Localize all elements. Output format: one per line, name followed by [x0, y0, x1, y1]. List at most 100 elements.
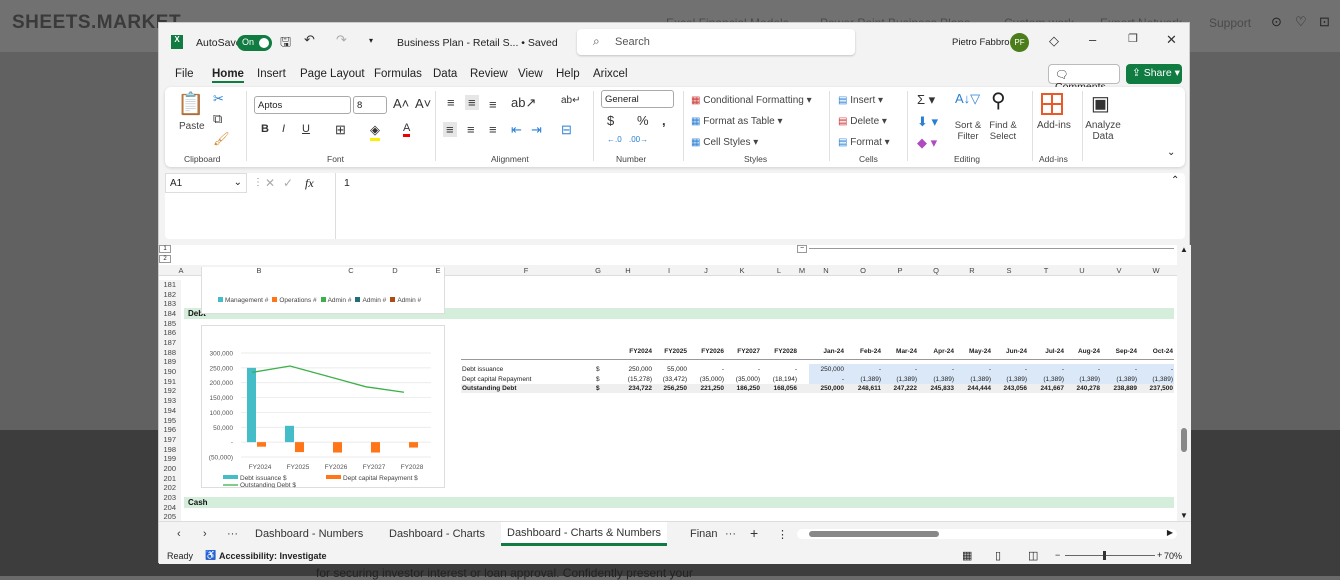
increase-font-icon[interactable]: A˄: [393, 96, 409, 111]
row-header-183[interactable]: 183: [159, 299, 181, 310]
page-layout-view-icon[interactable]: ▯: [995, 549, 1001, 562]
table-cell[interactable]: 55,000: [647, 365, 687, 374]
table-cell[interactable]: (15,278): [612, 375, 652, 384]
column-header-A[interactable]: A: [171, 266, 191, 275]
horizontal-scrollbar[interactable]: ▶: [797, 528, 1177, 539]
column-header-B[interactable]: B: [249, 266, 269, 275]
column-header-I[interactable]: I: [659, 266, 679, 275]
currency-icon[interactable]: $: [607, 113, 614, 128]
tab-finan[interactable]: Finan: [690, 528, 718, 540]
table-cell[interactable]: 250,000: [804, 365, 845, 374]
table-cell[interactable]: (1,389): [1060, 375, 1100, 384]
fill-color-icon[interactable]: ◈: [370, 122, 380, 141]
document-title[interactable]: Business Plan - Retail S... • Saved: [397, 37, 558, 49]
borders-icon[interactable]: ⊞: [335, 122, 346, 138]
increase-decimal-icon[interactable]: ←.0: [607, 135, 622, 144]
insert-function-button[interactable]: fx: [305, 176, 314, 191]
vertical-scrollbar[interactable]: ▲ ▼: [1177, 245, 1191, 521]
format-as-table-button[interactable]: ▦ Format as Table ▾: [691, 116, 783, 127]
column-header-W[interactable]: W: [1146, 266, 1166, 275]
table-cell[interactable]: 244,444: [951, 384, 992, 393]
row-header-194[interactable]: 194: [159, 405, 181, 416]
addins-icon[interactable]: [1041, 93, 1063, 115]
row-header-184[interactable]: 184: [159, 309, 181, 320]
collapse-group-button[interactable]: −: [797, 245, 807, 253]
tab-options-icon[interactable]: ⋮: [777, 528, 788, 541]
wrap-text-icon[interactable]: ab↵: [561, 95, 581, 106]
column-header-Q[interactable]: Q: [926, 266, 946, 275]
cart-icon[interactable]: ⊡: [1319, 14, 1330, 30]
insert-cells-button[interactable]: ▤ Insert ▾: [838, 95, 883, 106]
align-bottom-icon[interactable]: ≡: [489, 97, 497, 112]
conditional-formatting-button[interactable]: ▦ Conditional Formatting ▾: [691, 95, 812, 106]
decrease-font-icon[interactable]: A˅: [415, 96, 431, 111]
row-header-197[interactable]: 197: [159, 434, 181, 445]
more-icon[interactable]: ⋮: [253, 177, 263, 188]
zoom-slider-thumb[interactable]: [1102, 551, 1106, 560]
table-cell[interactable]: -: [804, 375, 844, 384]
menu-view[interactable]: View: [518, 68, 543, 80]
table-cell[interactable]: 240,278: [1060, 384, 1101, 393]
search-input[interactable]: Search: [577, 29, 855, 55]
scroll-up-icon[interactable]: ▲: [1180, 245, 1188, 254]
zoom-out-icon[interactable]: −: [1055, 550, 1060, 560]
table-cell[interactable]: -: [1133, 365, 1173, 374]
table-cell[interactable]: 238,889: [1097, 384, 1138, 393]
table-cell[interactable]: -: [757, 365, 797, 374]
prev-sheet-icon[interactable]: ‹: [177, 528, 181, 540]
row-header-190[interactable]: 190: [159, 367, 181, 378]
row-header-200[interactable]: 200: [159, 463, 181, 474]
add-sheet-icon[interactable]: +: [750, 525, 758, 541]
menu-insert[interactable]: Insert: [257, 68, 286, 80]
row-header-187[interactable]: 187: [159, 338, 181, 349]
align-top-icon[interactable]: ≡: [447, 95, 455, 110]
table-cell[interactable]: -: [1060, 365, 1100, 374]
table-cell[interactable]: (1,389): [987, 375, 1027, 384]
heart-icon[interactable]: ♡: [1295, 14, 1307, 30]
table-cell[interactable]: -: [914, 365, 954, 374]
column-header-P[interactable]: P: [890, 266, 910, 275]
tab-dashboard-charts[interactable]: Dashboard - Charts: [389, 528, 485, 540]
column-header-D[interactable]: D: [385, 266, 405, 275]
percent-icon[interactable]: %: [637, 113, 649, 128]
paste-icon[interactable]: 📋: [177, 91, 204, 117]
row-header-202[interactable]: 202: [159, 483, 181, 494]
restore-icon[interactable]: ❐: [1128, 32, 1138, 45]
menu-arixcel[interactable]: Arixcel: [593, 68, 628, 80]
page-break-view-icon[interactable]: ◫: [1028, 549, 1038, 562]
row-header-191[interactable]: 191: [159, 376, 181, 387]
table-cell[interactable]: (18,194): [757, 375, 797, 384]
merge-center-icon[interactable]: ⊟: [561, 122, 572, 138]
font-name-select[interactable]: Aptos: [254, 96, 351, 114]
column-header-G[interactable]: G: [588, 266, 608, 275]
number-format-select[interactable]: General: [601, 90, 674, 108]
table-cell[interactable]: (1,389): [1024, 375, 1064, 384]
table-cell[interactable]: -: [720, 365, 760, 374]
table-cell[interactable]: (1,389): [914, 375, 954, 384]
column-header-C[interactable]: C: [341, 266, 361, 275]
decrease-indent-icon[interactable]: ⇤: [511, 122, 522, 138]
row-header-186[interactable]: 186: [159, 328, 181, 339]
table-cell[interactable]: (1,389): [951, 375, 991, 384]
row-header-198[interactable]: 198: [159, 444, 181, 455]
table-cell[interactable]: -: [951, 365, 991, 374]
table-cell[interactable]: -: [1024, 365, 1064, 374]
find-select-button[interactable]: Find & Select: [985, 120, 1021, 142]
format-painter-icon[interactable]: 🖌: [213, 131, 230, 147]
column-header-R[interactable]: R: [962, 266, 982, 275]
row-header-205[interactable]: 205: [159, 512, 181, 521]
save-icon[interactable]: 🖫: [280, 33, 291, 55]
more-sheets-icon[interactable]: ···: [227, 528, 238, 540]
orientation-icon[interactable]: ab↗: [511, 95, 536, 111]
customize-qat-icon[interactable]: ▾: [369, 36, 373, 45]
collapse-ribbon-icon[interactable]: ⌄: [1167, 147, 1175, 158]
minimize-icon[interactable]: –: [1089, 32, 1096, 47]
row-header-196[interactable]: 196: [159, 425, 181, 436]
sort-filter-icon[interactable]: A↓▽: [955, 91, 980, 107]
analyze-data-button[interactable]: Analyze Data: [1085, 120, 1121, 142]
collapse-formula-bar-icon[interactable]: ⌃: [1171, 175, 1179, 186]
align-right-icon[interactable]: ≡: [489, 122, 497, 137]
align-center-icon[interactable]: ≡: [467, 122, 475, 137]
menu-home[interactable]: Home: [212, 68, 244, 83]
name-box[interactable]: A1 ⌄: [165, 173, 247, 193]
